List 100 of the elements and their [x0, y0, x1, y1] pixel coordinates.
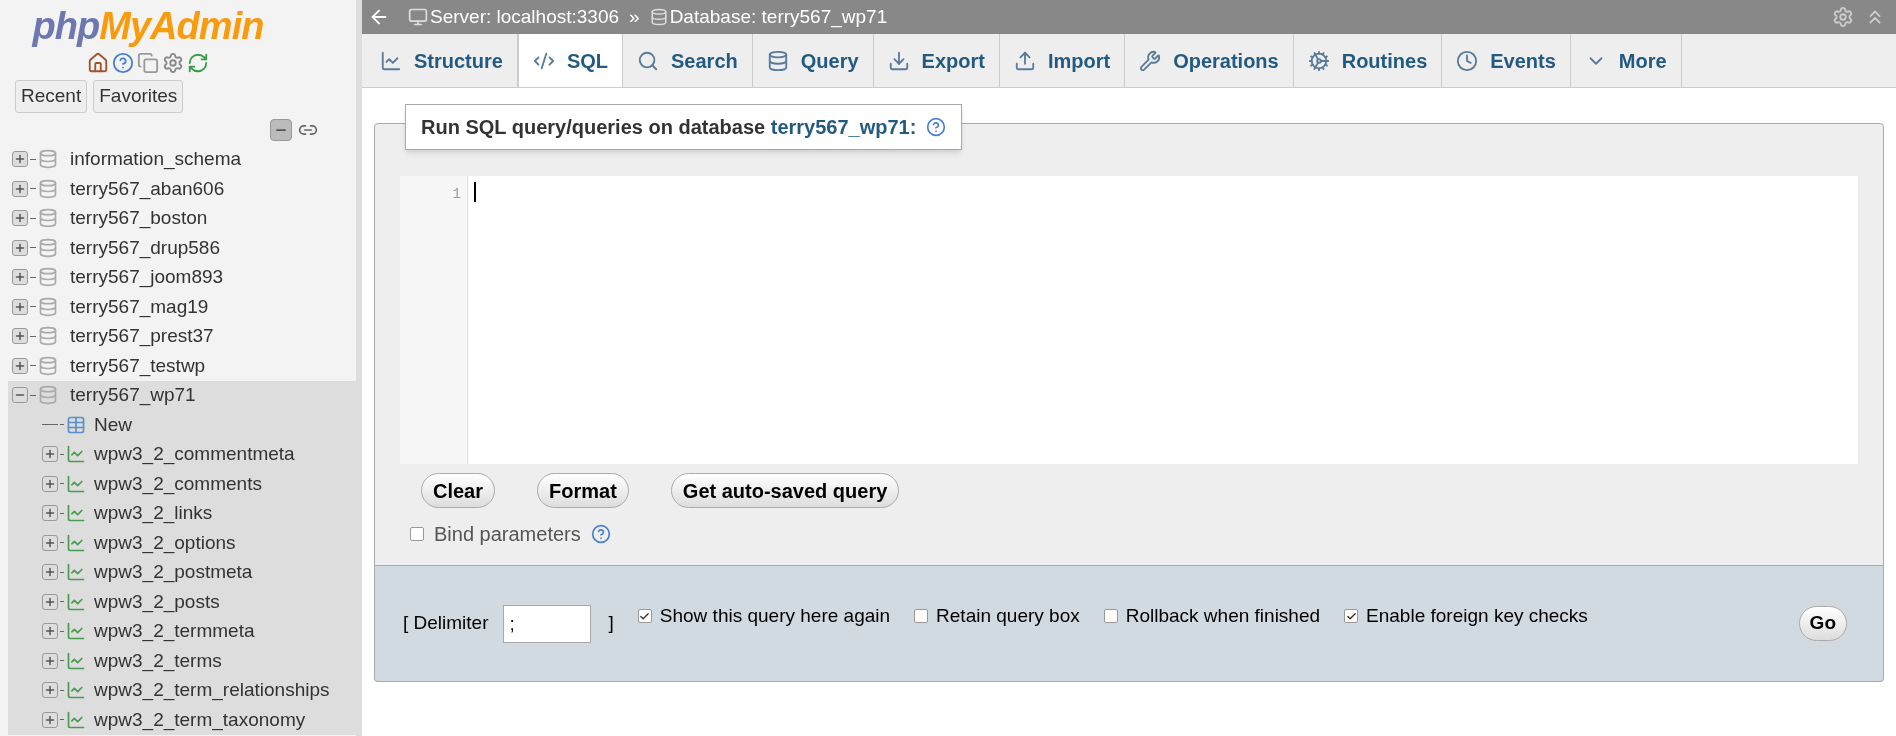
search-icon: [637, 49, 660, 72]
database-icon: [38, 208, 58, 229]
settings-icon[interactable]: [1832, 6, 1854, 28]
new-table-icon: [66, 414, 86, 435]
checkbox[interactable]: [914, 609, 929, 624]
expand-icon[interactable]: [12, 328, 28, 345]
help-icon[interactable]: [112, 52, 134, 74]
line-number: 1: [452, 185, 461, 204]
clock-icon: [1456, 49, 1479, 72]
table-chart-icon: [66, 680, 86, 701]
download-icon: [887, 49, 910, 72]
expand-icon[interactable]: [42, 682, 58, 699]
logo[interactable]: phpMyAdmin: [32, 4, 264, 48]
table-name[interactable]: wpw3_2_commentmeta: [94, 440, 295, 469]
expand-icon[interactable]: [12, 151, 28, 168]
expand-icon[interactable]: [42, 475, 58, 492]
chart-icon: [380, 49, 402, 72]
database-name[interactable]: terry567_mag19: [70, 292, 209, 321]
table-name[interactable]: wpw3_2_options: [94, 528, 236, 557]
gears-icon: [1307, 49, 1330, 72]
database-name[interactable]: terry567_testwp: [70, 351, 206, 380]
editor-button[interactable]: Get auto-saved query: [670, 473, 900, 508]
settings-icon[interactable]: [162, 52, 184, 74]
database-icon: [38, 296, 58, 317]
table-chart-icon: [66, 650, 86, 671]
help-icon[interactable]: [590, 524, 611, 544]
database-name[interactable]: terry567_drup586: [70, 233, 220, 262]
server-icon: [408, 7, 428, 27]
checkbox-label: Rollback when finished: [1125, 604, 1321, 628]
table-name[interactable]: wpw3_2_comments: [94, 469, 262, 498]
expand-icon[interactable]: [12, 298, 28, 315]
expand-icon[interactable]: [42, 652, 58, 669]
server-link[interactable]: Server: localhost:3306: [430, 2, 620, 32]
database-icon: [38, 385, 58, 406]
database-icon: [38, 178, 58, 199]
database-name[interactable]: terry567_joom893: [70, 263, 224, 292]
reload-icon[interactable]: [187, 52, 209, 74]
expand-icon[interactable]: [12, 239, 28, 256]
legend-text: Run SQL query/queries on database terry567_wp71:: [421, 115, 917, 140]
checkbox-label: Bind parameters: [434, 522, 581, 547]
expand-icon[interactable]: [42, 593, 58, 610]
collapse-icon[interactable]: [12, 387, 28, 404]
database-icon: [38, 149, 58, 170]
checkbox[interactable]: [1344, 609, 1359, 624]
editor-button[interactable]: Clear: [421, 473, 496, 508]
text-cursor: [474, 182, 476, 202]
expand-icon[interactable]: [42, 505, 58, 522]
table-name[interactable]: wpw3_2_term_relationships: [94, 676, 330, 705]
upload-icon: [1013, 49, 1036, 72]
expand-icon[interactable]: [42, 623, 58, 640]
database-icon: [38, 355, 58, 376]
table-name[interactable]: wpw3_2_termmeta: [94, 617, 255, 646]
expand-icon[interactable]: [42, 564, 58, 581]
documents-icon[interactable]: [137, 52, 159, 74]
checkbox-label: Show this query here again: [659, 604, 891, 628]
expand-icon[interactable]: [12, 357, 28, 374]
tab[interactable]: SQL: [517, 34, 624, 87]
home-icon[interactable]: [87, 52, 109, 74]
checkbox[interactable]: [637, 609, 652, 624]
database-name[interactable]: information_schema: [70, 145, 242, 174]
expand-icon[interactable]: [42, 446, 58, 463]
delimiter-label: [ Delimiter: [403, 611, 489, 636]
table-name[interactable]: wpw3_2_links: [94, 499, 213, 528]
database-icon: [38, 267, 58, 288]
database-name[interactable]: terry567_prest37: [70, 322, 214, 351]
cylinder-icon: [766, 49, 789, 72]
checkbox[interactable]: [1103, 609, 1118, 624]
expand-icon[interactable]: [12, 180, 28, 197]
checkbox[interactable]: [410, 527, 424, 541]
database-name[interactable]: terry567_boston: [70, 204, 208, 233]
checkbox-label: Retain query box: [936, 604, 1080, 628]
table-chart-icon: [66, 709, 86, 730]
go-button[interactable]: Go: [1798, 606, 1847, 641]
database-name[interactable]: terry567_wp71: [70, 381, 196, 410]
table-name[interactable]: wpw3_2_term_taxonomy: [94, 705, 306, 734]
database-icon: [38, 326, 58, 347]
table-chart-icon: [66, 621, 86, 642]
table-name[interactable]: wpw3_2_posts: [94, 587, 220, 616]
database-link[interactable]: Database: terry567_wp71: [669, 2, 888, 32]
nav-button[interactable]: Recent: [15, 80, 88, 113]
table-name[interactable]: wpw3_2_terms: [94, 646, 222, 675]
checkbox-label: Enable foreign key checks: [1366, 604, 1588, 628]
expand-icon[interactable]: [12, 210, 28, 227]
table-chart-icon: [66, 532, 86, 553]
expand-icon[interactable]: [42, 534, 58, 551]
table-name[interactable]: wpw3_2_postmeta: [94, 558, 253, 587]
help-icon[interactable]: [926, 117, 947, 137]
table-name[interactable]: New: [94, 410, 132, 439]
table-chart-icon: [66, 473, 86, 494]
delimiter-bracket: ]: [608, 611, 614, 636]
database-name[interactable]: terry567_aban606: [70, 174, 225, 203]
expand-icon[interactable]: [42, 711, 58, 728]
collapse-all-icon[interactable]: [270, 118, 292, 141]
editor-button[interactable]: Format: [537, 473, 629, 508]
nav-button[interactable]: Favorites: [93, 80, 184, 113]
table-chart-icon: [66, 503, 86, 524]
database-icon: [649, 8, 668, 26]
wrench-icon: [1139, 49, 1162, 72]
expand-icon[interactable]: [12, 269, 28, 286]
delimiter-field[interactable]: ;: [502, 604, 591, 643]
